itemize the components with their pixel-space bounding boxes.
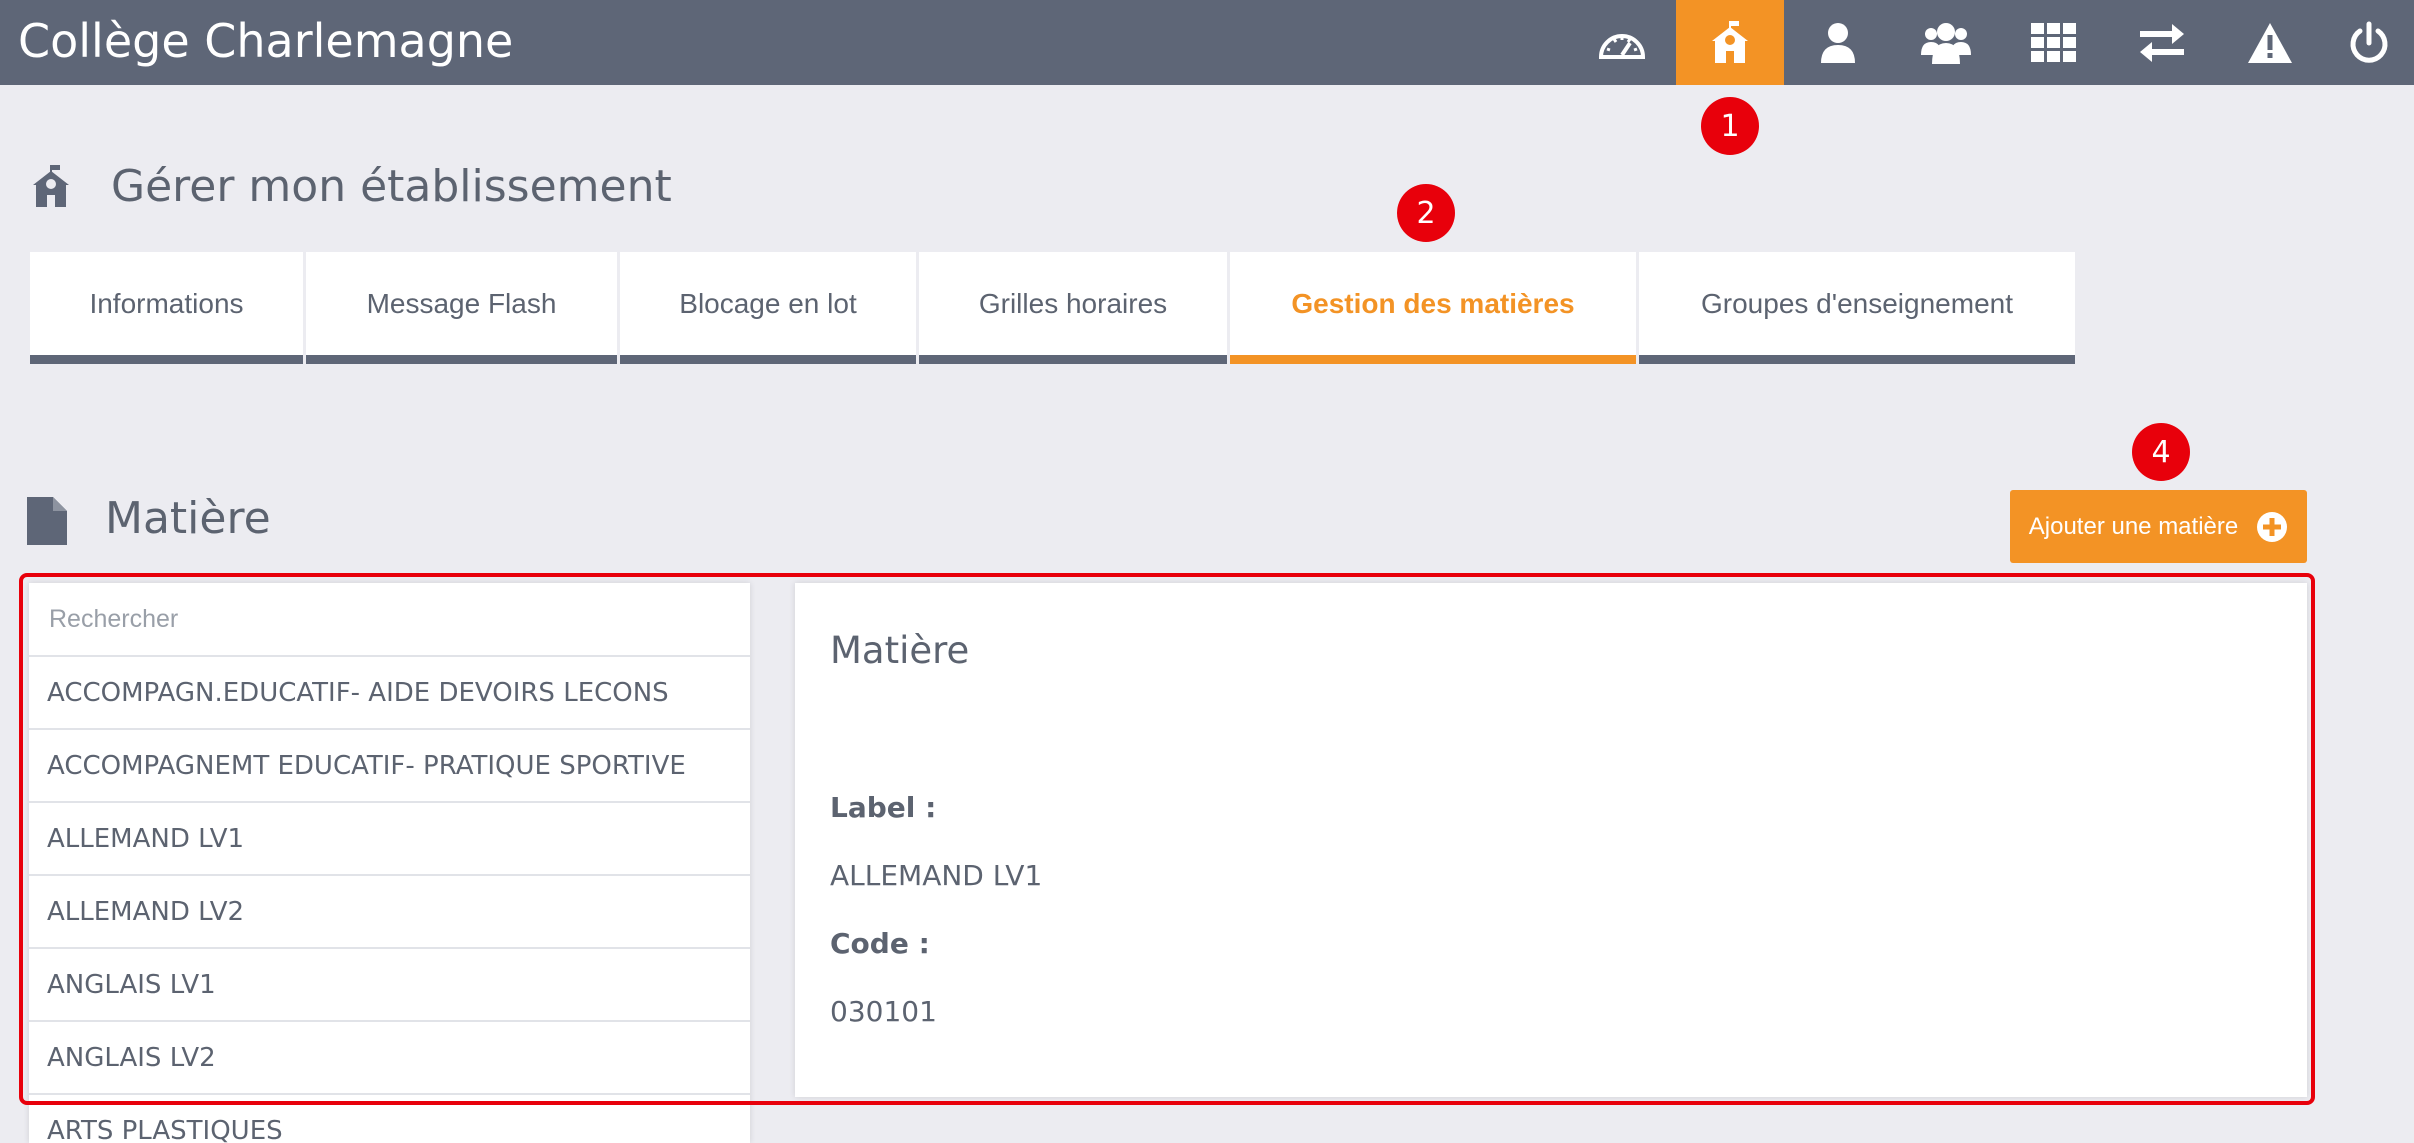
tab-grilles-horaires[interactable]: Grilles horaires <box>919 252 1227 364</box>
marker-4: 4 <box>2132 423 2190 481</box>
users-icon <box>1921 22 1971 64</box>
top-navigation-bar: Collège Charlemagne <box>0 0 2414 85</box>
nav-users-button[interactable] <box>1892 0 2000 85</box>
nav-dashboard-button[interactable] <box>1568 0 1676 85</box>
power-icon <box>2350 21 2388 63</box>
plus-circle-icon <box>2257 511 2288 542</box>
nav-grid-button[interactable] <box>2000 0 2108 85</box>
exchange-icon <box>2140 23 2184 62</box>
marker-2: 2 <box>1397 184 1455 242</box>
user-icon <box>1821 22 1855 63</box>
nav-exchange-button[interactable] <box>2108 0 2216 85</box>
dashboard-icon <box>1598 33 1646 59</box>
school-icon <box>33 165 69 207</box>
tab-blocage-en-lot[interactable]: Blocage en lot <box>620 252 916 364</box>
tab-groupes-enseignement[interactable]: Groupes d'enseignement <box>1639 252 2075 364</box>
nav-school-button[interactable] <box>1676 0 1784 85</box>
nav-user-button[interactable] <box>1784 0 1892 85</box>
page-title: Gérer mon établissement <box>111 161 672 212</box>
file-icon <box>27 497 67 545</box>
app-title: Collège Charlemagne <box>18 14 514 68</box>
grid-icon <box>2031 22 2076 62</box>
tab-message-flash[interactable]: Message Flash <box>306 252 617 364</box>
add-subject-label: Ajouter une matière <box>2028 512 2239 540</box>
warning-icon <box>2248 22 2292 63</box>
school-icon <box>1712 20 1748 63</box>
highlight-frame <box>19 573 2315 1105</box>
marker-1: 1 <box>1701 97 1759 155</box>
tab-gestion-des-matieres[interactable]: Gestion des matières <box>1230 252 1636 364</box>
section-title: Matière <box>105 493 271 544</box>
add-subject-button[interactable]: Ajouter une matière <box>2010 490 2307 563</box>
tab-informations[interactable]: Informations <box>30 252 303 364</box>
nav-warning-button[interactable] <box>2216 0 2324 85</box>
nav-logout-button[interactable] <box>2324 0 2414 85</box>
